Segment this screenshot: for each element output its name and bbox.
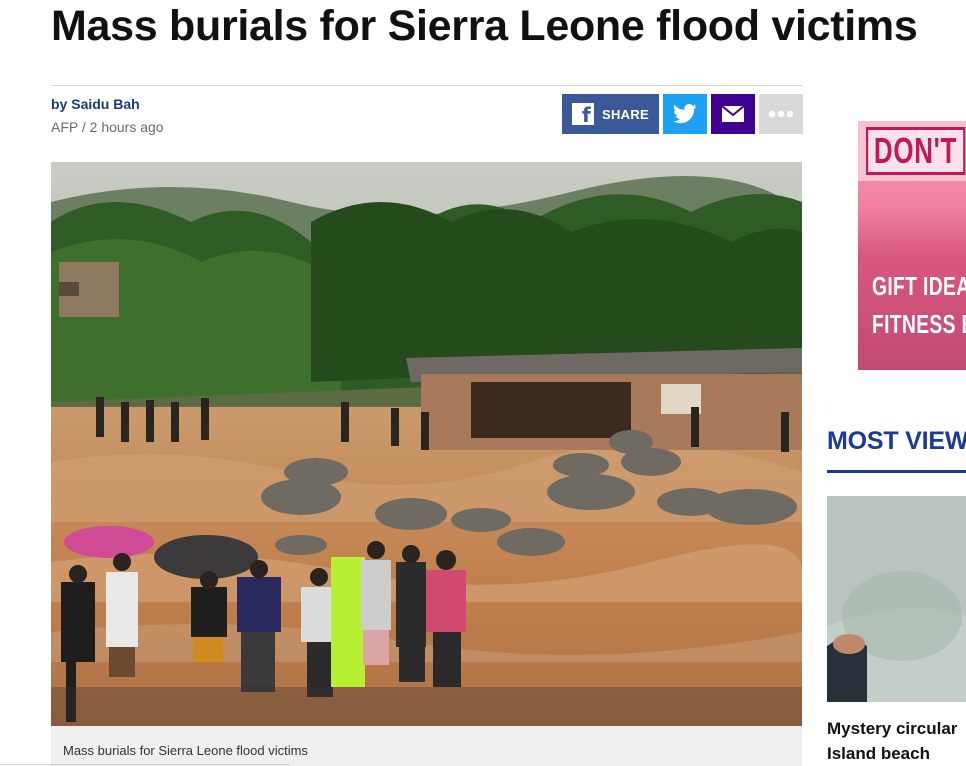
mail-icon <box>721 105 745 122</box>
byline-prefix: by <box>51 96 68 112</box>
article-photo[interactable] <box>51 162 802 726</box>
headline-divider <box>51 85 802 86</box>
byline: by Saidu Bah <box>51 96 140 112</box>
ad-line-1: GIFT IDEA <box>872 271 966 301</box>
facebook-share-label: SHARE <box>601 106 649 122</box>
email-share-button[interactable] <box>711 94 755 134</box>
share-bar: f SHARE <box>562 94 803 134</box>
twitter-share-button[interactable] <box>663 94 707 134</box>
photo-caption: Mass burials for Sierra Leone flood vict… <box>63 743 308 758</box>
most-viewed-title-line-1: Mystery circular <box>827 719 958 738</box>
most-viewed-rule <box>827 470 966 473</box>
more-dots-icon <box>768 110 794 118</box>
flood-photo-illustration <box>51 162 802 726</box>
beach-thumbnail-illustration <box>827 496 966 702</box>
most-viewed-heading: MOST VIEW <box>827 427 966 455</box>
ad-line-2: FITNESS E <box>872 309 966 339</box>
source-timestamp: AFP / 2 hours ago <box>51 119 164 135</box>
author-link[interactable]: Saidu Bah <box>71 96 139 112</box>
most-viewed-item-title[interactable]: Mystery circular Island beach <box>827 716 957 766</box>
article-headline: Mass burials for Sierra Leone flood vict… <box>51 2 918 50</box>
facebook-share-button[interactable]: f SHARE <box>562 94 659 134</box>
facebook-icon: f <box>571 103 594 125</box>
twitter-icon <box>673 104 697 124</box>
most-viewed-title-line-2: Island beach <box>827 744 930 763</box>
bottom-rule <box>0 764 290 765</box>
photo-caption-bar: Mass burials for Sierra Leone flood vict… <box>51 726 802 766</box>
more-share-button[interactable] <box>759 94 803 134</box>
most-viewed-thumbnail[interactable] <box>827 496 966 702</box>
ad-headline: DON'T <box>866 127 966 175</box>
sidebar-ad[interactable]: DON'T GIFT IDEA FITNESS E <box>858 121 966 370</box>
